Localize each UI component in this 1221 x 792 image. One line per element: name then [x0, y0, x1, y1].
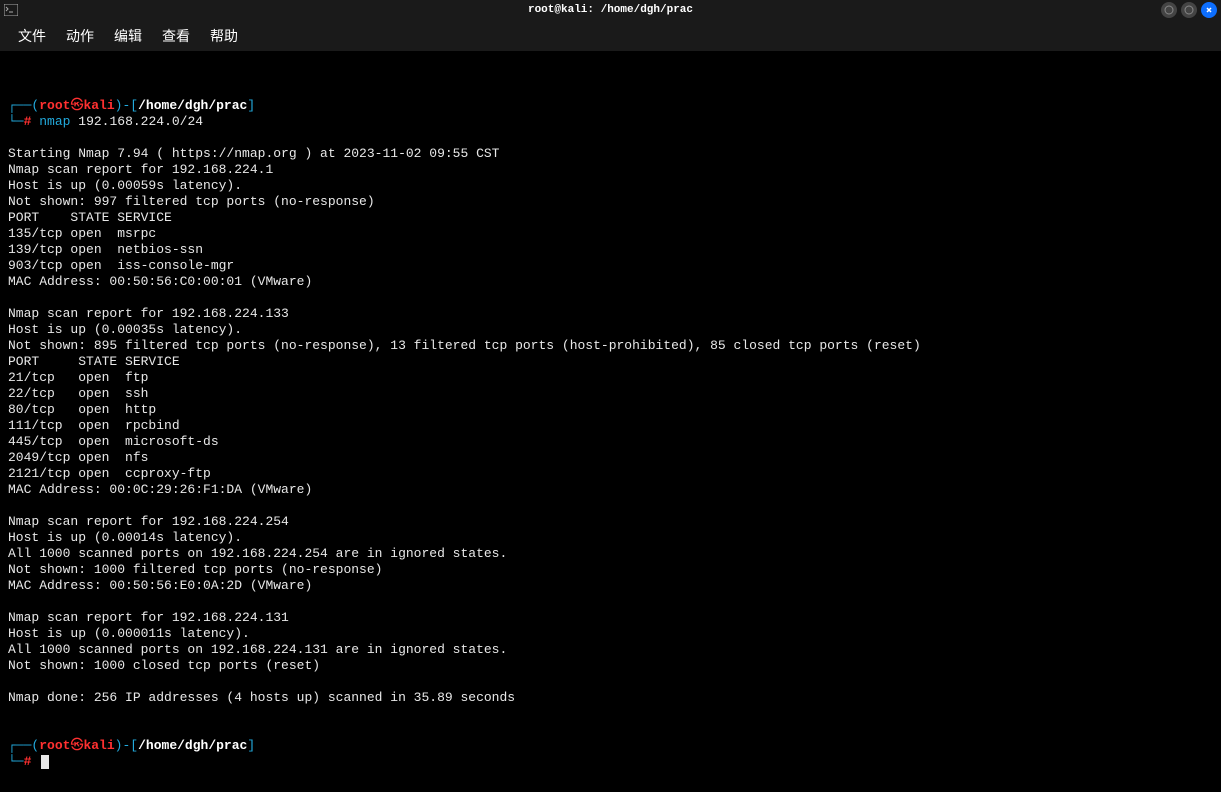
terminal-icon: [4, 3, 18, 17]
prompt-hash: #: [24, 114, 32, 129]
menu-view[interactable]: 查看: [152, 22, 200, 50]
prompt-user: root: [39, 738, 70, 753]
menu-help[interactable]: 帮助: [200, 22, 248, 50]
skull-icon: ㉿: [70, 738, 83, 753]
minimize-button[interactable]: [1161, 2, 1177, 18]
output-block: Starting Nmap 7.94 ( https://nmap.org ) …: [8, 146, 1213, 706]
prompt-block-1: (root㉿kali)-[/home/dgh/prac] # nmap 192.…: [8, 98, 1213, 130]
bracket-close: ]: [247, 738, 255, 753]
skull-icon: ㉿: [70, 98, 83, 113]
bracket-open: [: [130, 738, 138, 753]
bracket-open: [: [130, 98, 138, 113]
close-button[interactable]: [1201, 2, 1217, 18]
command-name: nmap: [39, 114, 70, 129]
prompt-block-2: (root㉿kali)-[/home/dgh/prac] #: [8, 738, 1213, 770]
prompt-host: kali: [83, 738, 114, 753]
prompt-cwd: /home/dgh/prac: [138, 738, 247, 753]
maximize-button[interactable]: [1181, 2, 1197, 18]
titlebar-left: [4, 3, 24, 17]
window-title: root@kali: /home/dgh/prac: [528, 4, 693, 16]
prompt-hash: #: [24, 754, 32, 769]
command-args: 192.168.224.0/24: [78, 114, 203, 129]
box-corner-top-icon: [8, 98, 31, 113]
cursor: [41, 755, 49, 769]
prompt-cwd: /home/dgh/prac: [138, 98, 247, 113]
prompt-user: root: [39, 98, 70, 113]
window-controls: [1161, 2, 1217, 18]
menu-action[interactable]: 动作: [56, 22, 104, 50]
window-titlebar: root@kali: /home/dgh/prac: [0, 0, 1221, 20]
menu-file[interactable]: 文件: [8, 22, 56, 50]
menu-edit[interactable]: 编辑: [104, 22, 152, 50]
menubar: 文件 动作 编辑 查看 帮助: [0, 20, 1221, 52]
bracket-close: ]: [247, 98, 255, 113]
prompt-host: kali: [83, 98, 114, 113]
terminal-area[interactable]: (root㉿kali)-[/home/dgh/prac] # nmap 192.…: [0, 52, 1221, 792]
box-corner-bot-icon: [8, 114, 24, 129]
box-corner-bot-icon: [8, 754, 24, 769]
box-corner-top-icon: [8, 738, 31, 753]
